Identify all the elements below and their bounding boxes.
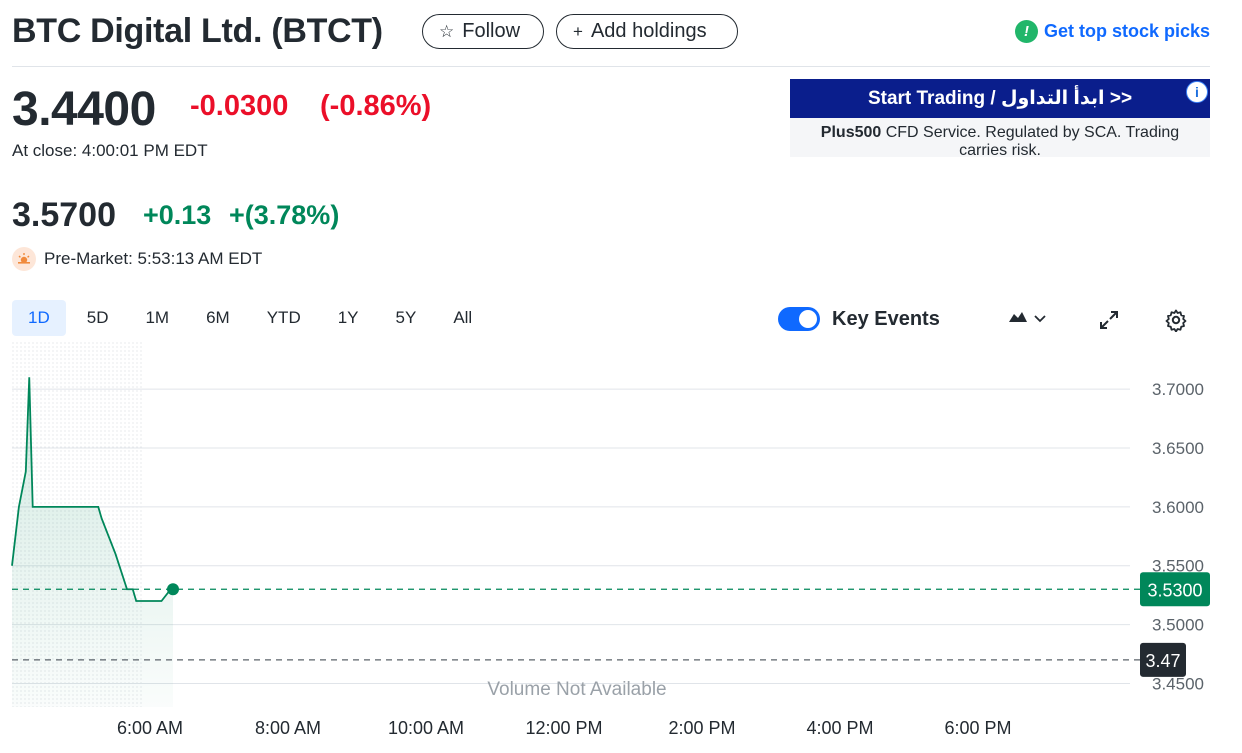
prev-close-tag-label: 3.47 [1145, 651, 1180, 671]
x-tick-label: 6:00 PM [944, 718, 1011, 738]
chart-type-dropdown[interactable] [1008, 309, 1046, 328]
key-events-control[interactable]: Key Events [778, 307, 940, 331]
tab-1y[interactable]: 1Y [322, 300, 375, 336]
price-chart[interactable]: 3.5300 3.47 Volume Not Available 3.7000 3.6… [0, 338, 1242, 753]
key-events-toggle[interactable] [778, 307, 820, 331]
y-tick-label: 3.7000 [1152, 380, 1204, 399]
volume-not-available: Volume Not Available [487, 679, 666, 700]
mountain-chart-icon [1008, 309, 1028, 328]
tab-5d[interactable]: 5D [71, 300, 125, 336]
key-events-label: Key Events [832, 307, 940, 330]
y-tick-label: 3.5500 [1152, 557, 1204, 576]
tab-1m[interactable]: 1M [129, 300, 185, 336]
ad-info-icon[interactable]: i [1186, 81, 1208, 103]
price-change: -0.0300 [190, 90, 289, 122]
top-stock-picks-link[interactable]: ! Get top stock picks [1014, 20, 1210, 43]
premarket-change-percent: +(3.78%) [229, 200, 340, 230]
premarket-row: Pre-Market: 5:53:13 AM EDT [12, 247, 262, 271]
x-tick-label: 10:00 AM [388, 718, 464, 738]
x-tick-label: 4:00 PM [806, 718, 873, 738]
close-timestamp: At close: 4:00:01 PM EDT [12, 141, 208, 160]
chart-settings-button[interactable] [1164, 308, 1188, 337]
price-change-percent: (-0.86%) [320, 90, 432, 122]
premarket-price: 3.5700 [12, 196, 116, 234]
current-price: 3.4400 [12, 83, 156, 136]
x-tick-label: 2:00 PM [668, 718, 735, 738]
x-axis: 6:00 AM 8:00 AM 10:00 AM 12:00 PM 2:00 PM 4:0… [117, 718, 1012, 738]
premarket-timestamp: Pre-Market: 5:53:13 AM EDT [44, 249, 263, 268]
y-tick-label: 3.5000 [1152, 616, 1204, 635]
ad-disclaimer: Plus500 CFD Service. Regulated by SCA. T… [800, 124, 1200, 160]
sunrise-icon [12, 247, 36, 271]
exclamation-badge-icon: ! [1014, 20, 1038, 43]
fullscreen-button[interactable] [1098, 309, 1120, 336]
x-tick-label: 12:00 PM [525, 718, 602, 738]
gear-icon [1164, 309, 1188, 336]
y-tick-label: 3.6000 [1152, 498, 1204, 517]
follow-button[interactable]: ☆ Follow [422, 14, 544, 49]
ad-disclaimer-text: CFD Service. Regulated by SCA. Trading c… [881, 124, 1180, 159]
ad-banner: Start Trading / ابدأ التداول >> i Plus50… [790, 79, 1210, 160]
header-divider [12, 66, 1210, 67]
chevron-down-icon [1034, 310, 1046, 328]
expand-icon [1098, 311, 1120, 335]
add-holdings-button[interactable]: + Add holdings [556, 14, 738, 49]
x-tick-label: 8:00 AM [255, 718, 321, 738]
premarket-change: +0.13 [143, 200, 212, 230]
ad-brand: Plus500 [820, 124, 882, 141]
tab-6m[interactable]: 6M [190, 300, 246, 336]
tab-all[interactable]: All [437, 300, 488, 336]
current-price-tag-label: 3.5300 [1147, 580, 1202, 600]
star-icon: ☆ [439, 21, 455, 41]
y-tick-label: 3.4500 [1152, 674, 1204, 693]
tab-5y[interactable]: 5Y [380, 300, 433, 336]
chart-grid [12, 388, 1130, 684]
plus-icon: + [573, 21, 583, 41]
follow-label: Follow [462, 20, 521, 42]
tab-ytd[interactable]: YTD [251, 300, 317, 336]
range-tabs: 1D 5D 1M 6M YTD 1Y 5Y All [12, 300, 488, 336]
ad-start-trading-button[interactable]: Start Trading / ابدأ التداول >> [790, 79, 1210, 118]
top-picks-label: Get top stock picks [1043, 21, 1210, 41]
tab-1d[interactable]: 1D [12, 300, 66, 336]
y-tick-label: 3.6500 [1152, 439, 1204, 458]
add-holdings-label: Add holdings [590, 20, 707, 42]
x-tick-label: 6:00 AM [117, 718, 183, 738]
page-title: BTC Digital Ltd. (BTCT) [12, 12, 383, 50]
chart-overlay: 3.5300 3.47 Volume Not Available [12, 572, 1210, 700]
